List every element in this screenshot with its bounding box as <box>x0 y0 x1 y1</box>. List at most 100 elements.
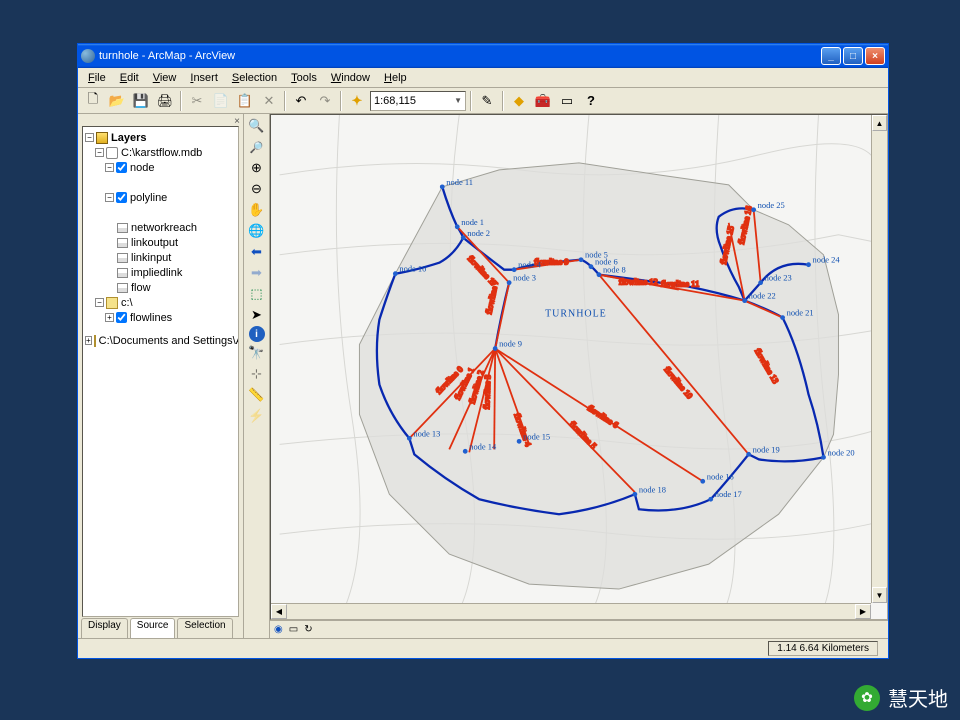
undo-button[interactable]: ↶ <box>290 90 312 112</box>
measure-tool[interactable]: 📏 <box>246 385 268 405</box>
identify-tool[interactable]: i <box>249 326 265 342</box>
tab-selection[interactable]: Selection <box>177 618 232 638</box>
close-button[interactable]: × <box>865 47 885 65</box>
standard-toolbar: 🗋 📂 💾 🖨 ✂ 📄 📋 ✕ ↶ ↷ ✦ 1:68,115▼ ✎ ◆ 🧰 ▭ … <box>78 88 888 114</box>
tree-db[interactable]: −C:\karstflow.mdb <box>85 145 236 160</box>
tree-flowlines-layer[interactable]: +flowlines <box>85 310 236 325</box>
tree-polyline-symbol <box>85 205 236 220</box>
tree-layers-root[interactable]: −Layers <box>85 130 236 145</box>
svg-text:node 25: node 25 <box>758 200 785 210</box>
cut-button[interactable]: ✂ <box>186 90 208 112</box>
menu-edit[interactable]: Edit <box>114 70 145 86</box>
editor-toolbar-button[interactable]: ✎ <box>476 90 498 112</box>
svg-text:node 20: node 20 <box>828 447 855 457</box>
svg-text:node 1: node 1 <box>461 217 484 227</box>
tree-table[interactable]: impliedlink <box>85 265 236 280</box>
add-data-button[interactable]: ✦ <box>346 90 368 112</box>
node-checkbox[interactable] <box>116 162 127 173</box>
menu-selection[interactable]: Selection <box>226 70 283 86</box>
svg-text:flowline 3: flowline 3 <box>481 375 492 410</box>
tree-table[interactable]: flow <box>85 280 236 295</box>
copy-button[interactable]: 📄 <box>210 90 232 112</box>
redo-button[interactable]: ↷ <box>314 90 336 112</box>
pan-tool[interactable]: ✋ <box>246 200 268 220</box>
data-view-tab[interactable]: ◉ <box>274 624 283 635</box>
tab-display[interactable]: Display <box>81 618 128 638</box>
menu-window[interactable]: Window <box>325 70 376 86</box>
fixed-zoom-in-button[interactable]: ⊕ <box>246 158 268 178</box>
tab-source[interactable]: Source <box>130 618 176 638</box>
tree-table[interactable]: linkoutput <box>85 235 236 250</box>
tree-folder-c[interactable]: −c:\ <box>85 295 236 310</box>
menu-file[interactable]: File <box>82 70 112 86</box>
full-extent-button[interactable]: 🌐 <box>246 221 268 241</box>
tree-table[interactable]: networkreach <box>85 220 236 235</box>
svg-text:node 4: node 4 <box>518 260 542 270</box>
menu-tools[interactable]: Tools <box>285 70 323 86</box>
select-features-tool[interactable]: ⬚ <box>246 284 268 304</box>
arctoolbox-button[interactable]: 🧰 <box>532 90 554 112</box>
map-view[interactable]: TURNHOLE flowline 0flowline 1flowline 2f… <box>270 114 888 620</box>
hyperlink-tool[interactable]: ⚡ <box>246 406 268 426</box>
svg-text:node 10: node 10 <box>399 264 426 274</box>
open-button[interactable]: 📂 <box>106 90 128 112</box>
zoom-in-tool[interactable]: 🔍 <box>246 116 268 136</box>
arccatalog-button[interactable]: ◆ <box>508 90 530 112</box>
zoom-out-tool[interactable]: 🔎 <box>246 137 268 157</box>
menubar: File Edit View Insert Selection Tools Wi… <box>78 68 888 88</box>
map-center-label: TURNHOLE <box>545 309 607 320</box>
scale-combobox[interactable]: 1:68,115▼ <box>370 91 466 111</box>
tree-table[interactable]: linkinput <box>85 250 236 265</box>
flowlines-checkbox[interactable] <box>116 312 127 323</box>
window-title: turnhole - ArcMap - ArcView <box>99 50 821 62</box>
titlebar[interactable]: turnhole - ArcMap - ArcView _ □ × <box>78 44 888 68</box>
paste-button[interactable]: 📋 <box>234 90 256 112</box>
goto-xy-button[interactable]: ⊹ <box>246 364 268 384</box>
forward-extent-button[interactable]: ➡ <box>246 263 268 283</box>
toc-close-button[interactable]: × <box>234 116 240 127</box>
vertical-scrollbar[interactable]: ▲ ▼ <box>871 115 887 603</box>
back-extent-button[interactable]: ⬅ <box>246 242 268 262</box>
watermark: ✿ 慧天地 <box>854 683 948 712</box>
wechat-icon: ✿ <box>854 685 880 711</box>
svg-text:node 14: node 14 <box>469 441 497 451</box>
toc-tree[interactable]: −Layers −C:\karstflow.mdb −node −polylin… <box>82 126 239 617</box>
svg-text:node 18: node 18 <box>639 484 666 494</box>
maximize-button[interactable]: □ <box>843 47 863 65</box>
app-window: turnhole - ArcMap - ArcView _ □ × File E… <box>77 43 889 659</box>
refresh-button[interactable]: ↻ <box>304 624 312 635</box>
toc-panel: × −Layers −C:\karstflow.mdb −node −polyl… <box>78 114 244 638</box>
svg-text:node 19: node 19 <box>753 444 780 454</box>
tree-folder-docs[interactable]: +C:\Documents and Settings\A <box>85 333 236 348</box>
minimize-button[interactable]: _ <box>821 47 841 65</box>
delete-button[interactable]: ✕ <box>258 90 280 112</box>
svg-text:node 15: node 15 <box>523 431 550 441</box>
tree-node-layer[interactable]: −node <box>85 160 236 175</box>
horizontal-scrollbar[interactable]: ◀ ▶ <box>271 603 871 619</box>
print-button[interactable]: 🖨 <box>154 90 176 112</box>
svg-text:node 16: node 16 <box>707 471 734 481</box>
whats-this-button[interactable]: ? <box>580 90 602 112</box>
save-button[interactable]: 💾 <box>130 90 152 112</box>
find-button[interactable]: 🔭 <box>246 343 268 363</box>
menu-help[interactable]: Help <box>378 70 413 86</box>
toc-tabs: Display Source Selection <box>78 618 243 638</box>
command-line-button[interactable]: ▭ <box>556 90 578 112</box>
svg-text:node 23: node 23 <box>765 273 792 283</box>
svg-text:node 11: node 11 <box>446 177 473 187</box>
polyline-checkbox[interactable] <box>116 192 127 203</box>
svg-text:node 13: node 13 <box>413 428 440 438</box>
fixed-zoom-out-button[interactable]: ⊖ <box>246 179 268 199</box>
statusbar: 1.14 6.64 Kilometers <box>78 638 888 658</box>
tree-polyline-layer[interactable]: −polyline <box>85 190 236 205</box>
tools-toolbar: 🔍 🔎 ⊕ ⊖ ✋ 🌐 ⬅ ➡ ⬚ ➤ i 🔭 ⊹ 📏 ⚡ <box>244 114 270 638</box>
svg-text:node 8: node 8 <box>603 265 626 275</box>
svg-text:node 17: node 17 <box>715 489 742 499</box>
select-elements-tool[interactable]: ➤ <box>246 305 268 325</box>
layout-view-tab[interactable]: ▭ <box>289 624 298 635</box>
app-icon <box>81 49 95 63</box>
menu-insert[interactable]: Insert <box>184 70 224 86</box>
new-button[interactable]: 🗋 <box>82 90 104 112</box>
svg-text:node 22: node 22 <box>749 291 776 301</box>
menu-view[interactable]: View <box>147 70 183 86</box>
